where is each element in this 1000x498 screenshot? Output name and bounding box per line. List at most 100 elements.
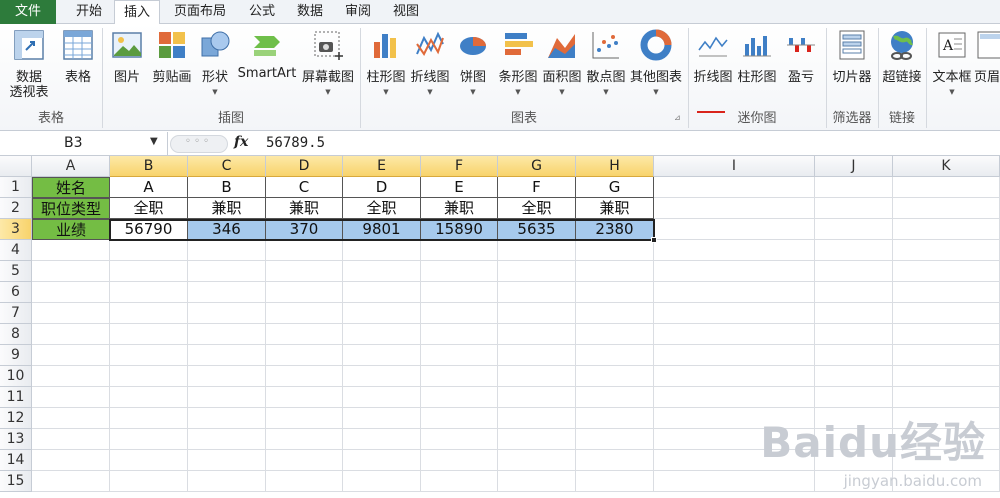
cell-h11[interactable] [576,387,654,408]
cell-i15[interactable] [654,471,815,492]
cell-i8[interactable] [654,324,815,345]
row-header-4[interactable]: 4 [0,240,32,261]
cell-a10[interactable] [32,366,110,387]
cell-a12[interactable] [32,408,110,429]
row-header-5[interactable]: 5 [0,261,32,282]
cell-b11[interactable] [110,387,188,408]
cell-j5[interactable] [815,261,893,282]
cell-h12[interactable] [576,408,654,429]
cell-f9[interactable] [421,345,498,366]
column-header-a[interactable]: A [32,156,110,177]
screenshot-button[interactable]: 屏幕截图 ▼ [300,28,356,97]
column-header-d[interactable]: D [266,156,343,177]
cell-i7[interactable] [654,303,815,324]
bar-chart-button[interactable]: 条形图 ▼ [496,28,540,97]
column-header-h[interactable]: H [576,156,654,177]
cell-g1[interactable]: F [498,177,576,198]
cell-d14[interactable] [266,450,343,471]
cell-c14[interactable] [188,450,266,471]
formula-expand-handle[interactable]: ◦ ◦ ◦ [170,135,228,153]
row-header-11[interactable]: 11 [0,387,32,408]
cell-k7[interactable] [893,303,1000,324]
cell-d12[interactable] [266,408,343,429]
cell-c9[interactable] [188,345,266,366]
formula-input[interactable]: 56789.5 [266,135,325,151]
tab-home[interactable]: 开始 [66,0,112,24]
cell-a4[interactable] [32,240,110,261]
cell-g14[interactable] [498,450,576,471]
cell-a1[interactable]: 姓名 [32,177,110,198]
cell-h3[interactable]: 2380 [576,219,654,240]
cell-e13[interactable] [343,429,421,450]
cell-e9[interactable] [343,345,421,366]
cell-e14[interactable] [343,450,421,471]
cell-e8[interactable] [343,324,421,345]
scatter-chart-button[interactable]: 散点图 ▼ [584,28,628,97]
cell-g7[interactable] [498,303,576,324]
cell-i1[interactable] [654,177,815,198]
cell-b8[interactable] [110,324,188,345]
cell-j7[interactable] [815,303,893,324]
cell-j3[interactable] [815,219,893,240]
cell-d5[interactable] [266,261,343,282]
sparkline-line-button[interactable]: 折线图 [692,28,734,85]
cell-g12[interactable] [498,408,576,429]
cell-g2[interactable]: 全职 [498,198,576,219]
cell-a2[interactable]: 职位类型 [32,198,110,219]
cell-d11[interactable] [266,387,343,408]
cell-j9[interactable] [815,345,893,366]
cell-h9[interactable] [576,345,654,366]
cell-j4[interactable] [815,240,893,261]
cell-d9[interactable] [266,345,343,366]
column-header-e[interactable]: E [343,156,421,177]
cell-g8[interactable] [498,324,576,345]
cell-b2[interactable]: 全职 [110,198,188,219]
tab-review[interactable]: 审阅 [336,0,380,24]
row-header-15[interactable]: 15 [0,471,32,492]
cell-e6[interactable] [343,282,421,303]
cell-c1[interactable]: B [188,177,266,198]
column-header-k[interactable]: K [893,156,1000,177]
row-header-14[interactable]: 14 [0,450,32,471]
cell-f6[interactable] [421,282,498,303]
line-chart-button[interactable]: 折线图 ▼ [408,28,452,97]
row-header-8[interactable]: 8 [0,324,32,345]
cell-b7[interactable] [110,303,188,324]
cell-b6[interactable] [110,282,188,303]
cell-f13[interactable] [421,429,498,450]
cell-c10[interactable] [188,366,266,387]
cell-h6[interactable] [576,282,654,303]
cell-e12[interactable] [343,408,421,429]
cell-d4[interactable] [266,240,343,261]
cell-f15[interactable] [421,471,498,492]
cell-h10[interactable] [576,366,654,387]
column-header-f[interactable]: F [421,156,498,177]
row-header-10[interactable]: 10 [0,366,32,387]
cell-g6[interactable] [498,282,576,303]
cell-b1[interactable]: A [110,177,188,198]
column-header-b[interactable]: B [110,156,188,177]
name-box[interactable]: B3 ▼ [0,132,168,156]
row-header-12[interactable]: 12 [0,408,32,429]
cell-d13[interactable] [266,429,343,450]
cell-i11[interactable] [654,387,815,408]
pivot-table-button[interactable]: 数据 透视表 [2,28,56,101]
cell-c4[interactable] [188,240,266,261]
smartart-button[interactable]: SmartArt [236,28,298,81]
cell-e3[interactable]: 9801 [343,219,421,240]
cell-b12[interactable] [110,408,188,429]
column-header-j[interactable]: J [815,156,893,177]
cell-j2[interactable] [815,198,893,219]
cell-g3[interactable]: 5635 [498,219,576,240]
cell-c13[interactable] [188,429,266,450]
cell-e5[interactable] [343,261,421,282]
cell-j6[interactable] [815,282,893,303]
cell-f2[interactable]: 兼职 [421,198,498,219]
cell-d7[interactable] [266,303,343,324]
cell-c3[interactable]: 346 [188,219,266,240]
cell-e4[interactable] [343,240,421,261]
cell-k3[interactable] [893,219,1000,240]
cell-g15[interactable] [498,471,576,492]
cell-i6[interactable] [654,282,815,303]
cell-c2[interactable]: 兼职 [188,198,266,219]
